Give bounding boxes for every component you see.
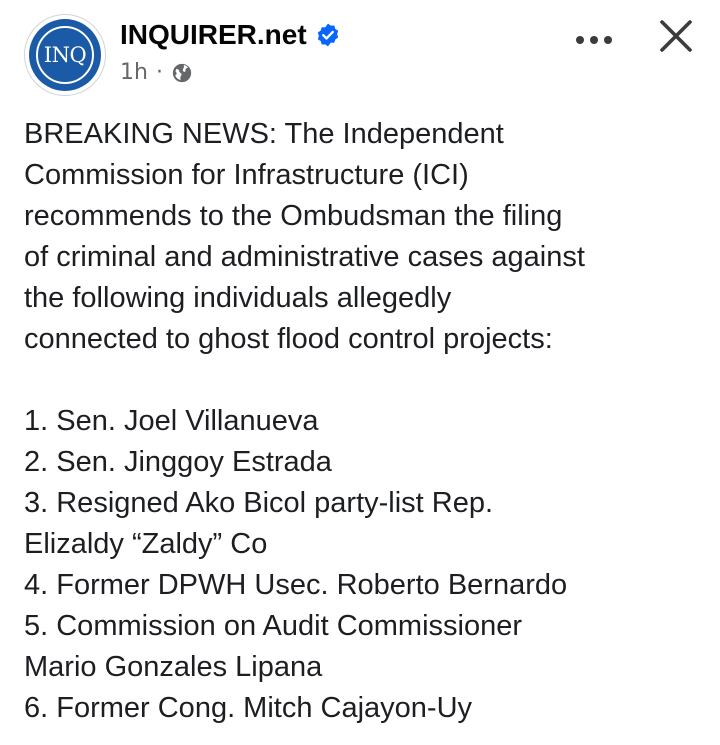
post-body: BREAKING NEWS: The Independent Commissio… xyxy=(24,114,704,729)
individuals-list: 1. Sen. Joel Villanueva 2. Sen. Jinggoy … xyxy=(24,401,704,729)
more-options-button[interactable] xyxy=(572,18,616,62)
meta-separator: · xyxy=(155,60,163,85)
close-icon xyxy=(660,20,692,52)
list-item-continuation: Elizaldy “Zaldy” Co xyxy=(24,528,268,560)
list-item: 2. Sen. Jinggoy Estrada xyxy=(24,446,332,478)
list-item: 5. Commission on Audit Commissioner xyxy=(24,610,523,642)
verified-badge-icon xyxy=(315,22,341,48)
avatar-logo: INQ xyxy=(29,19,101,91)
intro-line: connected to ghost flood control project… xyxy=(24,323,553,355)
more-options-icon xyxy=(576,36,612,44)
page-name-link[interactable]: INQUIRER.net xyxy=(120,18,307,52)
intro-line: Commission for Infrastructure (ICI) xyxy=(24,159,469,191)
list-item: 4. Former DPWH Usec. Roberto Bernardo xyxy=(24,569,568,601)
post-intro: BREAKING NEWS: The Independent Commissio… xyxy=(24,114,704,360)
intro-line: BREAKING NEWS: The Independent xyxy=(24,118,504,150)
intro-line: of criminal and administrative cases aga… xyxy=(24,241,585,273)
post-header: INQ INQUIRER.net 1h · xyxy=(24,14,698,96)
intro-line: the following individuals allegedly xyxy=(24,282,452,314)
list-item: 3. Resigned Ako Bicol party-list Rep. xyxy=(24,487,494,519)
globe-icon xyxy=(171,62,193,84)
page-name-row: INQUIRER.net xyxy=(120,18,341,52)
intro-line: recommends to the Ombudsman the filing xyxy=(24,200,563,232)
page-avatar[interactable]: INQ xyxy=(24,14,106,96)
avatar-logo-text: INQ xyxy=(43,43,87,67)
close-button[interactable] xyxy=(654,14,698,58)
post-meta: 1h · xyxy=(120,60,193,85)
post-timestamp[interactable]: 1h xyxy=(120,60,148,85)
list-item: 1. Sen. Joel Villanueva xyxy=(24,405,319,437)
list-item: 6. Former Cong. Mitch Cajayon-Uy xyxy=(24,692,473,724)
facebook-post: INQ INQUIRER.net 1h · BREAKING NEWS: The… xyxy=(0,0,720,745)
list-item-continuation: Mario Gonzales Lipana xyxy=(24,651,323,683)
